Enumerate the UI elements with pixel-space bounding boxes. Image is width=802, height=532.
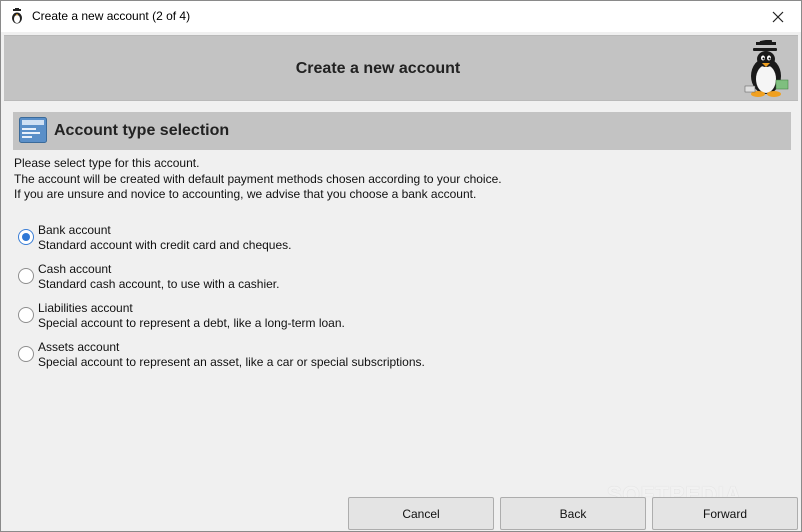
bank-card-icon [19, 117, 47, 143]
radio-cash-account[interactable] [18, 268, 34, 284]
radio-assets-account[interactable] [18, 346, 34, 362]
option-title: Cash account [38, 262, 112, 276]
option-description: Special account to represent an asset, l… [38, 355, 425, 369]
option-cash-account[interactable]: Cash account Standard cash account, to u… [14, 261, 614, 297]
option-description: Special account to represent a debt, lik… [38, 316, 345, 330]
radio-liabilities-account[interactable] [18, 307, 34, 323]
back-button[interactable]: Back [500, 497, 646, 530]
option-assets-account[interactable]: Assets account Special account to repres… [14, 339, 614, 375]
header-banner: Create a new account [4, 35, 798, 101]
forward-button[interactable]: Forward [652, 497, 798, 530]
intro-line-1: Please select type for this account. [14, 156, 200, 170]
option-description: Standard cash account, to use with a cas… [38, 277, 280, 291]
option-title: Assets account [38, 340, 120, 354]
banner-title: Create a new account [295, 60, 461, 77]
cancel-button[interactable]: Cancel [348, 497, 494, 530]
option-title: Liabilities account [38, 301, 133, 315]
close-icon [772, 11, 784, 22]
option-description: Standard account with credit card and ch… [38, 238, 292, 252]
window-title: Create a new account (2 of 4) [32, 9, 191, 23]
intro-line-2: The account will be created with default… [14, 171, 502, 186]
radio-bank-account[interactable] [18, 229, 34, 245]
option-liabilities-account[interactable]: Liabilities account Special account to r… [14, 300, 614, 336]
intro-line-3: If you are unsure and novice to accounti… [14, 187, 477, 201]
intro-text: Please select type for this account. The… [14, 156, 502, 203]
option-title: Bank account [38, 223, 111, 237]
penguin-mascot-icon [744, 40, 789, 97]
title-bar: Create a new account (2 of 4) [1, 1, 801, 32]
close-button[interactable] [755, 1, 801, 32]
option-bank-account[interactable]: Bank account Standard account with credi… [14, 222, 614, 258]
section-title: Account type selection [54, 122, 230, 139]
penguin-icon [12, 8, 22, 24]
wizard-window: Create a new account (2 of 4) Create a n… [0, 0, 802, 532]
section-header: Account type selection [13, 112, 791, 150]
